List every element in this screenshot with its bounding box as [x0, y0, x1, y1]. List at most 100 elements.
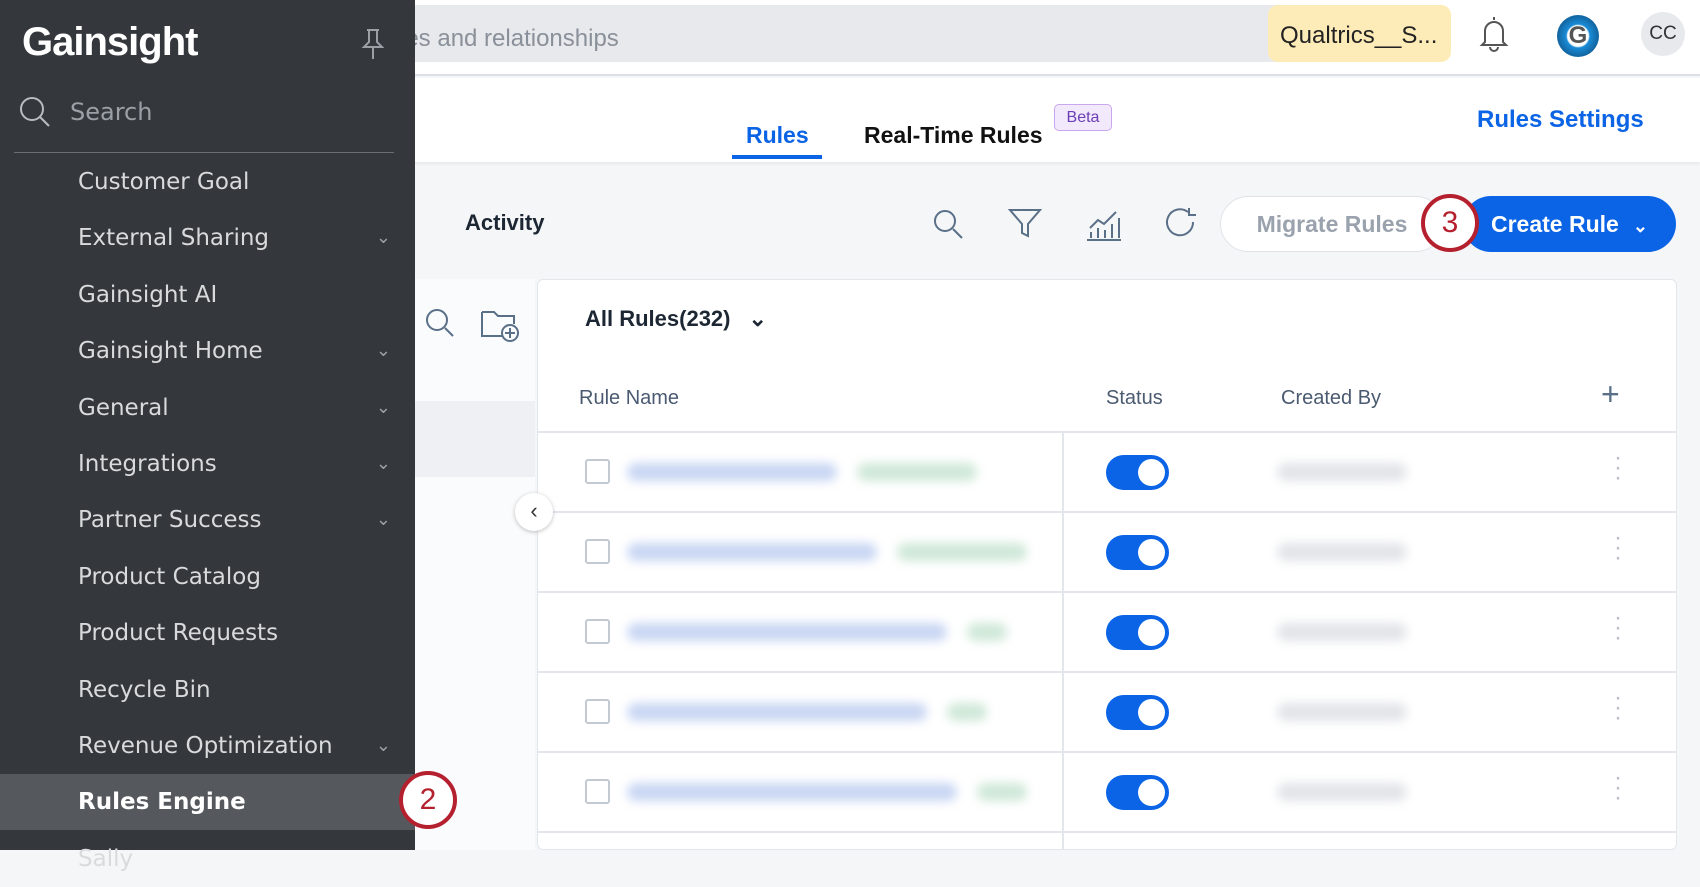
search-icon[interactable] [932, 208, 964, 240]
all-rules-title: All Rules(232) [585, 306, 731, 331]
created-by-redacted [1277, 463, 1407, 481]
rules-settings-link[interactable]: Rules Settings [1477, 106, 1644, 134]
add-folder-icon[interactable] [480, 306, 522, 342]
chevron-down-icon: ⌄ [1632, 216, 1648, 236]
rule-tag-redacted [897, 543, 1027, 561]
table-row[interactable]: · · · [537, 433, 1677, 513]
add-column-icon[interactable]: + [1601, 376, 1620, 413]
column-created-by[interactable]: Created By [1281, 387, 1381, 410]
created-by-redacted [1277, 623, 1407, 641]
sidebar-item-label: Product Requests [78, 620, 279, 647]
sidebar-item-label: General [78, 394, 169, 421]
rule-name-redacted[interactable] [627, 463, 837, 481]
pin-icon[interactable] [360, 28, 386, 60]
analytics-icon[interactable] [1085, 206, 1121, 242]
sidebar-item-partner-success[interactable]: Partner Success ⌄ [0, 492, 415, 548]
row-checkbox[interactable] [585, 699, 610, 724]
table-row[interactable]: · · · [537, 593, 1677, 673]
sidebar-item-gainsight-home[interactable]: Gainsight Home ⌄ [0, 323, 415, 379]
sidebar-item-rules-engine[interactable]: Rules Engine [0, 774, 415, 831]
sidebar-item-label: Product Catalog [78, 563, 261, 590]
gainsight-g-icon[interactable]: G [1557, 15, 1599, 57]
folder-panel [415, 279, 535, 850]
table-row[interactable]: · · · [537, 513, 1677, 593]
sidebar-item-gainsight-ai[interactable]: Gainsight AI [0, 267, 415, 323]
rule-tag-redacted [857, 463, 977, 481]
status-toggle[interactable] [1106, 535, 1169, 570]
rule-name-redacted[interactable] [627, 783, 957, 801]
row-checkbox[interactable] [585, 459, 610, 484]
sidebar-item-label: Gainsight Home [78, 338, 263, 365]
more-options-icon[interactable]: · · · [1613, 526, 1623, 570]
chevron-down-icon[interactable]: ⌄ [376, 323, 391, 379]
refresh-icon[interactable] [1163, 206, 1199, 240]
sidebar-item-label: Gainsight AI [78, 281, 218, 308]
collapse-panel-button[interactable]: ‹ [515, 493, 553, 531]
sidebar-item-sally[interactable]: Sally [0, 831, 415, 887]
global-search-input[interactable]: ies and relationships [380, 5, 1290, 62]
sidebar: Gainsight Search Customer Goal External S… [0, 0, 415, 872]
activity-label[interactable]: Activity [465, 210, 544, 236]
tab-underline [732, 155, 822, 159]
row-checkbox[interactable] [585, 619, 610, 644]
sidebar-item-label: Rules Engine [78, 789, 246, 816]
chevron-down-icon: ⌄ [748, 306, 767, 331]
row-checkbox[interactable] [585, 779, 610, 804]
step-3-callout: 3 [1421, 194, 1479, 252]
tab-real-time-rules[interactable]: Real-Time Rules [864, 122, 1043, 149]
user-avatar[interactable]: CC [1641, 12, 1685, 56]
chevron-down-icon[interactable]: ⌄ [376, 380, 391, 436]
sidebar-search-input[interactable]: Search [70, 98, 152, 126]
sidebar-item-label: Customer Goal [78, 169, 250, 195]
search-icon [20, 97, 50, 127]
sidebar-item-customer-goal[interactable]: Customer Goal [0, 154, 415, 210]
rule-name-redacted[interactable] [627, 623, 947, 641]
rule-tag-redacted [947, 703, 987, 721]
gainsight-logo[interactable]: Gainsight [22, 20, 198, 65]
sidebar-item-general[interactable]: General ⌄ [0, 380, 415, 436]
sidebar-item-label: External Sharing [78, 225, 270, 252]
more-options-icon[interactable]: · · · [1613, 766, 1623, 810]
table-row[interactable]: · · · [537, 673, 1677, 753]
status-toggle[interactable] [1106, 695, 1169, 730]
sidebar-item-revenue-optimization[interactable]: Revenue Optimization ⌄ [0, 718, 415, 774]
status-toggle[interactable] [1106, 615, 1169, 650]
table-row[interactable]: · · · [537, 753, 1677, 833]
chevron-down-icon[interactable]: ⌄ [376, 718, 391, 774]
more-options-icon[interactable]: · · · [1613, 446, 1623, 490]
org-switcher[interactable]: Qualtrics__S... [1268, 5, 1451, 62]
create-rule-label: Create Rule [1491, 211, 1619, 237]
sidebar-item-product-catalog[interactable]: Product Catalog [0, 549, 415, 605]
chevron-down-icon[interactable]: ⌄ [376, 210, 391, 266]
status-toggle[interactable] [1106, 775, 1169, 810]
sidebar-item-label: Revenue Optimization [78, 733, 333, 759]
sidebar-item-integrations[interactable]: Integrations ⌄ [0, 436, 415, 492]
column-rule-name[interactable]: Rule Name [579, 387, 679, 410]
rule-name-redacted[interactable] [627, 543, 877, 561]
sidebar-item-recycle-bin[interactable]: Recycle Bin [0, 662, 415, 718]
more-options-icon[interactable]: · · · [1613, 686, 1623, 730]
chevron-down-icon[interactable]: ⌄ [376, 436, 391, 492]
rule-tag-redacted [977, 783, 1027, 801]
rule-name-redacted[interactable] [627, 703, 927, 721]
created-by-redacted [1277, 543, 1407, 561]
column-status[interactable]: Status [1106, 387, 1163, 410]
create-rule-button[interactable]: Create Rule ⌄ [1463, 196, 1676, 252]
all-rules-dropdown[interactable]: All Rules(232) ⌄ [585, 306, 767, 332]
tab-rules[interactable]: Rules [746, 122, 809, 149]
sidebar-item-label: Recycle Bin [78, 676, 211, 703]
folder-selected[interactable] [415, 401, 535, 477]
sidebar-item-external-sharing[interactable]: External Sharing ⌄ [0, 210, 415, 266]
bell-icon[interactable] [1478, 14, 1510, 52]
created-by-redacted [1277, 783, 1407, 801]
rule-tag-redacted [967, 623, 1007, 641]
migrate-rules-button[interactable]: Migrate Rules [1220, 196, 1444, 252]
filter-icon[interactable] [1008, 207, 1042, 239]
sidebar-item-product-requests[interactable]: Product Requests [0, 605, 415, 661]
folder-search-icon[interactable] [424, 307, 456, 339]
step-2-callout: 2 [399, 771, 457, 829]
row-checkbox[interactable] [585, 539, 610, 564]
chevron-down-icon[interactable]: ⌄ [376, 492, 391, 548]
status-toggle[interactable] [1106, 455, 1169, 490]
more-options-icon[interactable]: · · · [1613, 606, 1623, 650]
